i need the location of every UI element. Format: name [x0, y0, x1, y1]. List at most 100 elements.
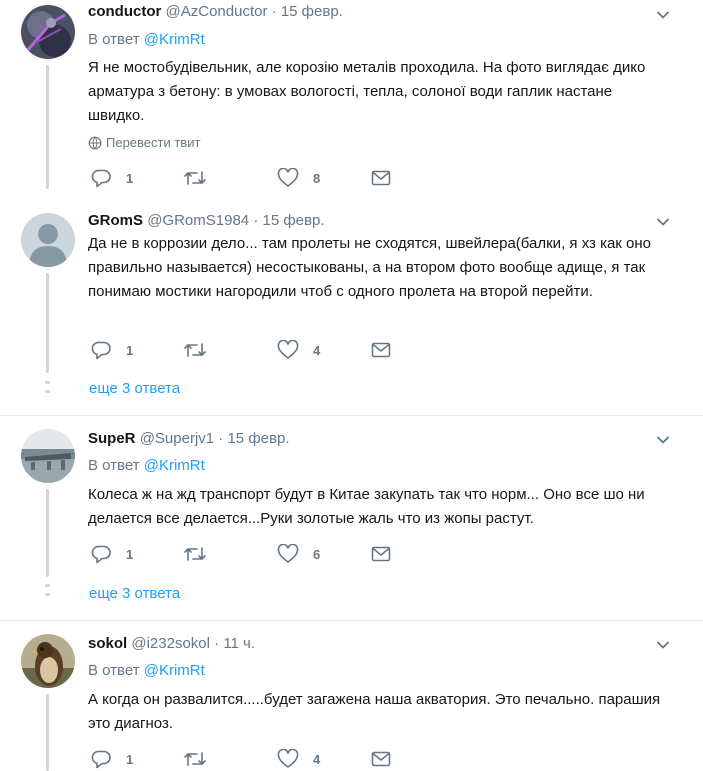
- like-button[interactable]: 8: [277, 167, 320, 189]
- retweet-button[interactable]: [183, 748, 221, 770]
- direct-message-button[interactable]: [371, 339, 391, 361]
- reply-icon: [91, 545, 111, 564]
- like-button[interactable]: 6: [277, 543, 320, 565]
- reply-button[interactable]: 1: [91, 543, 133, 565]
- chevron-down-icon[interactable]: [656, 433, 670, 447]
- show-more-replies-link[interactable]: еще 3 ответа: [89, 379, 180, 399]
- user-handle[interactable]: @Superjv1: [140, 430, 214, 447]
- retweet-icon: [184, 343, 206, 357]
- thread-line: [46, 65, 49, 189]
- tweet-actions: 1 6: [88, 543, 408, 565]
- heart-icon: [277, 340, 299, 359]
- translate-label: Перевести твит: [106, 135, 201, 150]
- display-name[interactable]: GRomS: [88, 212, 143, 229]
- avatar[interactable]: [21, 213, 75, 267]
- like-count: 4: [313, 751, 321, 767]
- reply-button[interactable]: 1: [91, 339, 133, 361]
- retweet-button[interactable]: [183, 167, 221, 189]
- tweet-actions: 1 4: [88, 748, 408, 770]
- tweet-header: sokol @i232sokol · 11 ч.: [88, 634, 255, 654]
- avatar[interactable]: [21, 5, 75, 59]
- direct-message-button[interactable]: [371, 748, 391, 770]
- tweet-text: А когда он развалится.....будет загажена…: [88, 691, 661, 732]
- thread-dot: [45, 381, 50, 384]
- reply-icon: [91, 341, 111, 360]
- reply-button[interactable]: 1: [91, 748, 133, 770]
- reply-count: 1: [126, 342, 134, 358]
- like-button[interactable]: 4: [277, 748, 320, 770]
- heart-icon: [277, 544, 299, 563]
- user-handle[interactable]: @GRomS1984: [147, 212, 249, 229]
- display-name[interactable]: SupeR: [88, 430, 136, 447]
- reply-count: 1: [126, 751, 134, 767]
- display-name[interactable]: conductor: [88, 3, 161, 20]
- retweet-button[interactable]: [183, 543, 221, 565]
- tweet-actions: 1 4: [88, 339, 408, 361]
- tweet-header: conductor @AzConductor · 15 февр.: [88, 2, 343, 22]
- reply-count: 1: [126, 546, 134, 562]
- tweet-text: Колеса ж на жд транспорт будут в Китае з…: [88, 486, 645, 527]
- reply-button[interactable]: 1: [91, 167, 133, 189]
- chevron-down-icon[interactable]: [656, 215, 670, 229]
- separator: ·: [214, 635, 220, 652]
- direct-message-button[interactable]: [371, 543, 391, 565]
- thread-line: [46, 694, 49, 771]
- tweet-sokol[interactable]: sokol @i232sokol · 11 ч. В ответ @KrimRt…: [0, 621, 703, 771]
- reply-context: В ответ @KrimRt: [88, 661, 205, 681]
- reply-mention-link[interactable]: @KrimRt: [144, 31, 205, 48]
- thread-dot: [45, 390, 50, 393]
- tweet-text: Я не мостобудівельник, але корозію метал…: [88, 59, 646, 124]
- chevron-down-icon[interactable]: [656, 638, 670, 652]
- tweet-text: Да не в коррозии дело... там пролеты не …: [88, 235, 651, 300]
- tweet-date[interactable]: 15 февр.: [281, 3, 343, 20]
- tweet-actions: 1 8: [88, 167, 408, 189]
- translate-link[interactable]: Перевести твит: [88, 134, 200, 152]
- heart-icon: [277, 749, 299, 768]
- tweet-super[interactable]: SupeR @Superjv1 · 15 февр. В ответ @Krim…: [0, 416, 703, 620]
- reply-icon: [91, 750, 111, 769]
- envelope-icon: [371, 751, 391, 767]
- tweet-groms[interactable]: GRomS @GRomS1984 · 15 февр. Да не в корр…: [0, 201, 703, 415]
- reply-prefix: В ответ: [88, 457, 140, 474]
- separator: ·: [271, 3, 277, 20]
- like-count: 4: [313, 342, 321, 358]
- like-count: 8: [313, 170, 321, 186]
- display-name[interactable]: sokol: [88, 635, 127, 652]
- thread-line: [46, 273, 49, 373]
- direct-message-button[interactable]: [371, 167, 391, 189]
- retweet-icon: [184, 171, 206, 185]
- retweet-icon: [184, 752, 206, 766]
- thread-line: [46, 489, 49, 577]
- retweet-button[interactable]: [183, 339, 221, 361]
- reply-context: В ответ @KrimRt: [88, 30, 205, 50]
- reply-prefix: В ответ: [88, 662, 140, 679]
- envelope-icon: [371, 170, 391, 186]
- reply-mention-link[interactable]: @KrimRt: [144, 457, 205, 474]
- reply-icon: [91, 169, 111, 188]
- envelope-icon: [371, 342, 391, 358]
- reply-count: 1: [126, 170, 134, 186]
- separator: ·: [253, 212, 259, 229]
- heart-icon: [277, 168, 299, 187]
- envelope-icon: [371, 546, 391, 562]
- tweet-date[interactable]: 15 февр.: [227, 430, 289, 447]
- chevron-down-icon[interactable]: [656, 8, 670, 22]
- show-more-replies-link[interactable]: еще 3 ответа: [89, 584, 180, 604]
- like-button[interactable]: 4: [277, 339, 320, 361]
- reply-prefix: В ответ: [88, 31, 140, 48]
- reply-context: В ответ @KrimRt: [88, 456, 205, 476]
- tweet-date[interactable]: 11 ч.: [223, 635, 255, 652]
- retweet-icon: [184, 547, 206, 561]
- avatar[interactable]: [21, 634, 75, 688]
- user-handle[interactable]: @i232sokol: [131, 635, 210, 652]
- user-handle[interactable]: @AzConductor: [166, 3, 268, 20]
- tweet-conductor[interactable]: conductor @AzConductor · 15 февр. В отве…: [0, 0, 703, 201]
- thread-dot: [45, 584, 50, 587]
- tweet-date[interactable]: 15 февр.: [262, 212, 324, 229]
- separator: ·: [218, 430, 224, 447]
- like-count: 6: [313, 546, 321, 562]
- tweet-header: GRomS @GRomS1984 · 15 февр.: [88, 211, 325, 231]
- globe-icon: [88, 136, 102, 150]
- avatar[interactable]: [21, 429, 75, 483]
- reply-mention-link[interactable]: @KrimRt: [144, 662, 205, 679]
